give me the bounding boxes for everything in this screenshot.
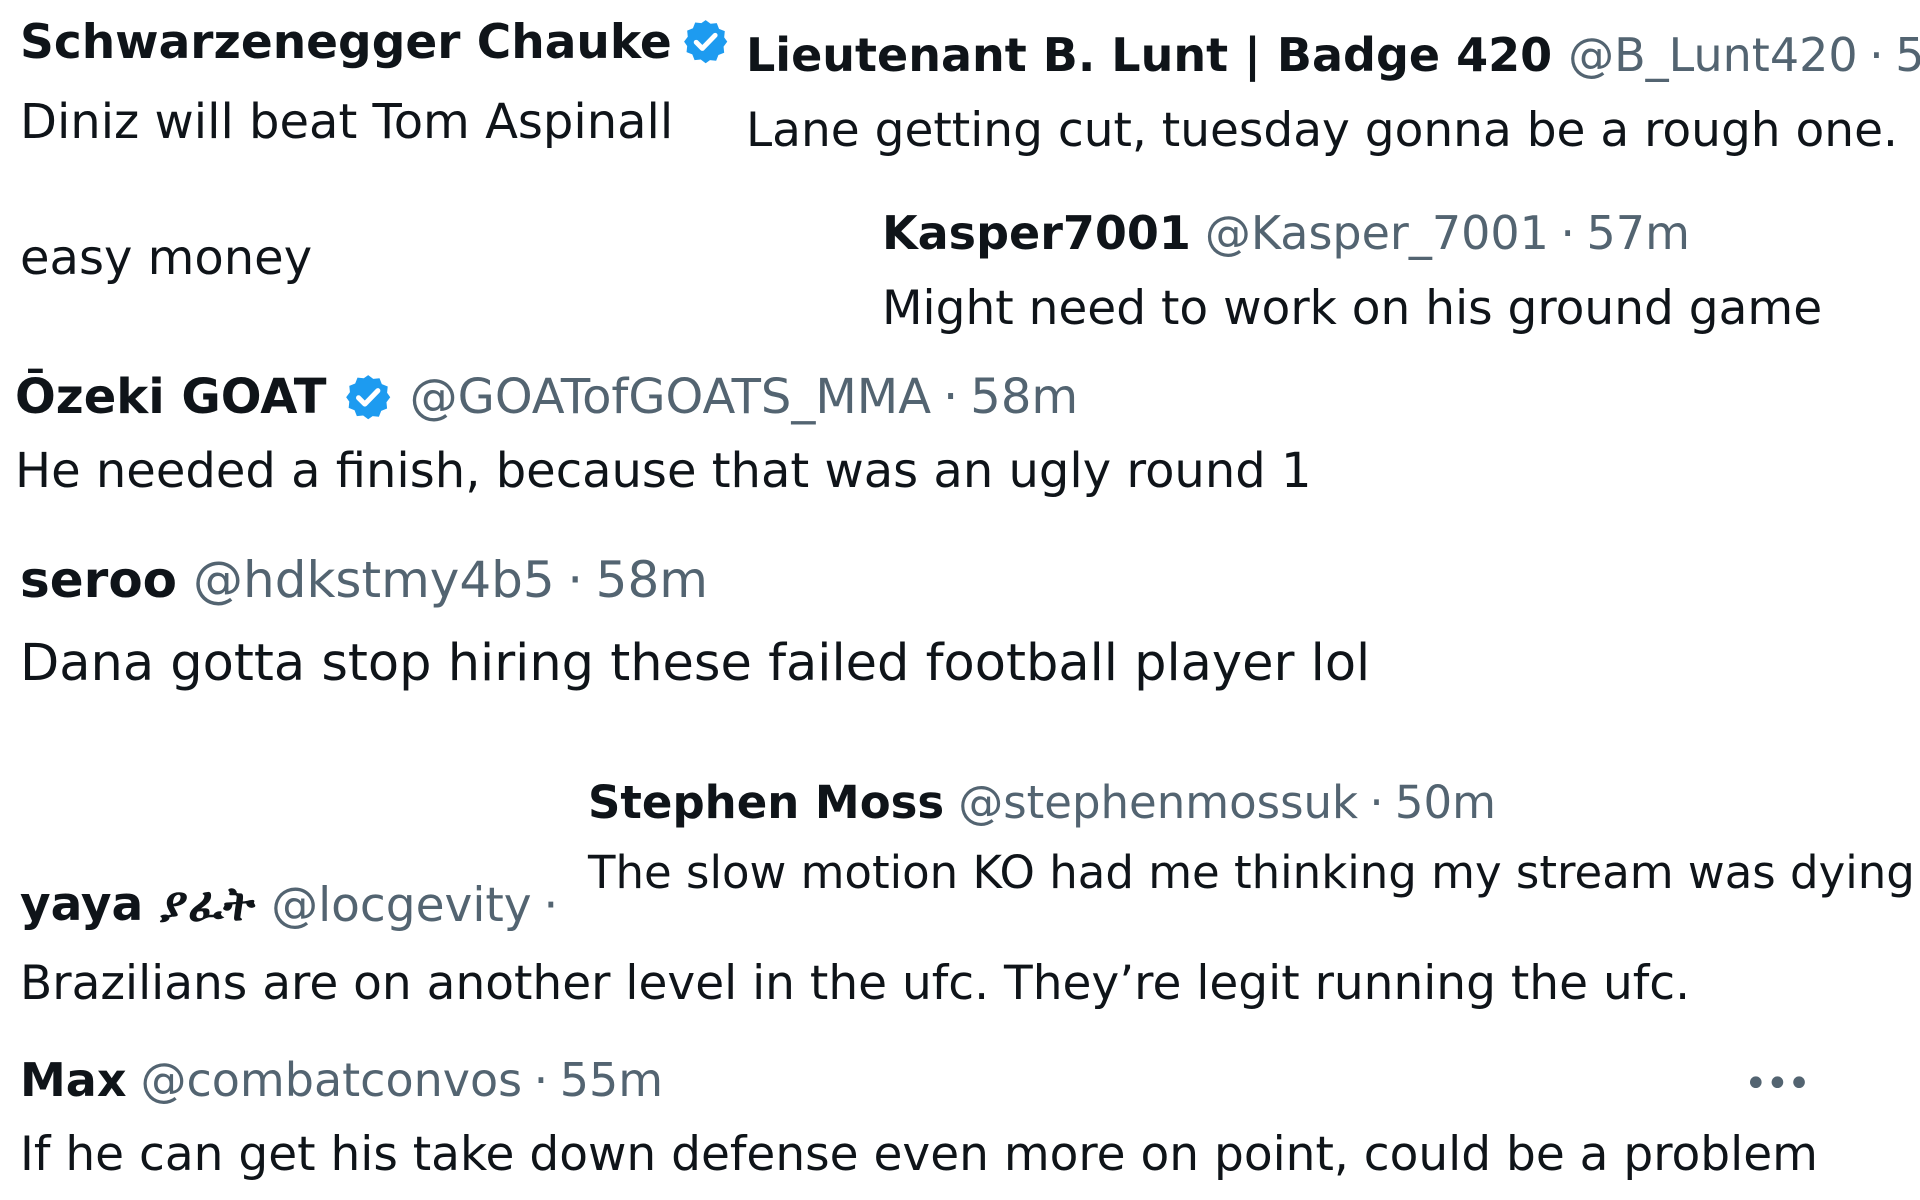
timestamp[interactable]: 58 [1895,28,1920,82]
author-name[interactable]: Ōzeki GOAT [15,369,326,425]
author-name[interactable]: Schwarzenegger Chauke [20,15,672,70]
tweet-collage: Schwarzenegger Chauke Diniz will beat To… [0,0,1920,1200]
author-handle[interactable]: @combatconvos [141,1053,523,1107]
timestamp[interactable]: 58m [596,551,708,609]
separator-dot: · [943,369,959,425]
author-handle[interactable]: @stephenmossuk [958,776,1358,829]
timestamp[interactable]: 58m [970,369,1078,425]
author-handle[interactable]: @GOATofGOATS_MMA [410,369,931,425]
author-name[interactable]: seroo [20,551,177,609]
tweet-text: He needed a finish, because that was an … [15,443,1312,499]
author-name[interactable]: Stephen Moss [588,776,944,829]
tweet-text: Diniz will beat Tom Aspinall [20,94,674,150]
timestamp[interactable]: 55m [560,1053,663,1107]
tweet-text: If he can get his take down defense even… [20,1127,1818,1182]
tweet-yaya: yaya ያፈት @locgevity · Brazilians are on … [20,876,1690,1011]
author-name[interactable]: Max [20,1053,127,1107]
separator-dot: · [543,877,559,933]
tweet-text: Dana gotta stop hiring these failed foot… [20,634,1371,693]
author-name[interactable]: Lieutenant B. Lunt | Badge 420 [746,28,1552,82]
timestamp[interactable]: 50m [1395,776,1496,829]
tweet-text: Might need to work on his ground game [882,281,1823,336]
author-handle[interactable]: @B_Lunt420 [1568,28,1858,82]
separator-dot: · [567,551,584,609]
tweet-seroo: seroo @hdkstmy4b5 · 58m Dana gotta stop … [20,548,1370,693]
more-horizontal-icon[interactable]: ••• [1744,1064,1811,1104]
tweet-text: Brazilians are on another level in the u… [20,956,1691,1011]
tweet-kasper: Kasper7001 @Kasper_7001 · 57m Might need… [882,205,1822,336]
tweet-lunt: Lieutenant B. Lunt | Badge 420 @B_Lunt42… [746,27,1920,158]
tweet-text-line2: easy money [20,230,313,286]
separator-dot: · [1560,206,1576,260]
tweet-chauke: Schwarzenegger Chauke Diniz will beat To… [20,14,731,286]
author-handle[interactable]: @hdkstmy4b5 [193,551,555,609]
author-handle[interactable]: @Kasper_7001 [1205,206,1549,260]
separator-dot: · [533,1053,549,1107]
timestamp[interactable]: 57m [1587,206,1690,260]
author-name[interactable]: yaya ያፈት [20,877,255,933]
tweet-text: Lane getting cut, tuesday gonna be a rou… [746,103,1898,158]
separator-dot: · [1369,775,1384,829]
author-handle[interactable]: @locgevity [271,878,532,933]
separator-dot: · [1869,28,1884,82]
verified-badge-icon [681,17,730,66]
tweet-max: Max @combatconvos · 55m If he can get hi… [20,1051,1818,1182]
verified-badge-icon [343,372,393,422]
tweet-ozeki: Ōzeki GOAT @GOATofGOATS_MMA · 58m He nee… [15,367,1312,499]
author-name[interactable]: Kasper7001 [882,206,1191,260]
